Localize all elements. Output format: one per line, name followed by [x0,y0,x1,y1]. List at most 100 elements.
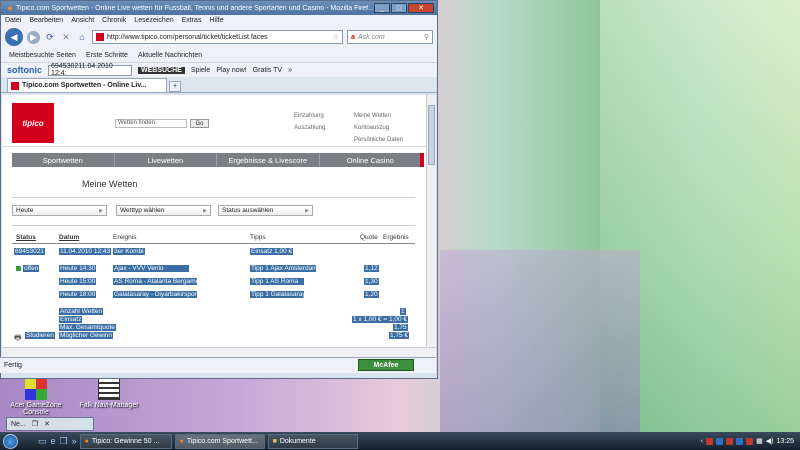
tray-app-icon[interactable] [716,437,724,445]
summary-value: 1 x 1,00 € = 1,00 € [352,316,409,323]
ticket-id[interactable]: 69453021 [14,248,45,255]
search-icon[interactable]: ⚲ [424,33,429,41]
link-kontoauszug[interactable]: Kontoauszug [354,125,389,131]
spiele-button[interactable]: Spiele [191,67,210,74]
forward-button[interactable]: ▶ [27,30,40,44]
gratis-tv-button[interactable]: Gratis TV [253,67,282,74]
studieren-link[interactable]: Studieren [25,332,55,339]
tab-bar: Tipico.com Sportwetten - Online Liv... + [1,77,437,93]
folder-icon: ■ [272,437,277,445]
menu-ansicht[interactable]: Ansicht [71,17,94,24]
copy-icon[interactable]: ❐ [32,420,38,428]
ie-icon[interactable]: e [51,436,56,447]
bet-search-input[interactable]: Wetten finden [115,119,187,128]
page-title: Meine Wetten [82,179,138,189]
site-favicon [96,33,104,41]
nav-sportwetten[interactable]: Sportwetten [12,153,115,167]
summary-label: Einsatz [59,316,83,323]
menu-bar: Datei Bearbeiten Ansicht Chronik Lesezei… [1,15,437,26]
mini-window[interactable]: Ne... ❐ ✕ [6,417,94,431]
taskbar-item-tipico-sportwetten[interactable]: ● Tipico.com Sportwett... [174,433,265,449]
nav-ergebnisse[interactable]: Ergebnisse & Livescore [217,153,320,167]
softonic-search-field[interactable]: 694530211.04.2010 12:4: [48,63,132,77]
windows-orb-icon [2,433,18,449]
maximize-button[interactable]: □ [391,3,407,13]
search-input[interactable]: a Ask.com ⚲ [347,30,433,44]
network-icon[interactable]: ▦ [756,437,763,445]
link-persoenliche-daten[interactable]: Persönliche Daten [354,137,403,143]
site-header: tipico Wetten finden Go Einzahlung Ausza… [2,95,426,147]
search-placeholder: Ask.com [357,33,385,41]
websuche-button[interactable]: WEBSUCHE [138,66,185,74]
show-desktop-icon[interactable]: ▭ [38,436,47,447]
print-icon[interactable]: 🖶 [14,332,22,346]
scroll-thumb[interactable] [428,105,435,165]
bookmark-meistbesuchte[interactable]: Meistbesuchte Seiten [9,52,76,59]
divider [12,225,415,226]
clock[interactable]: 13:25 [776,438,794,445]
taskbar-item-tipico-gewinne[interactable]: ● Tipico: Gewinne 50 ... [79,433,172,449]
close-icon[interactable]: ✕ [44,420,50,428]
tray-app-icon[interactable] [746,437,754,445]
title-bar[interactable]: ● Tipico.com Sportwetten - Online Live w… [1,1,437,15]
vertical-scrollbar[interactable] [426,95,436,347]
tab-tipico[interactable]: Tipico.com Sportwetten - Online Liv... [7,78,167,92]
start-button[interactable] [0,432,20,450]
filter-status-select[interactable]: Status auswählen ▶ [218,205,313,216]
back-button[interactable]: ◀ [5,28,23,46]
link-einzahlung[interactable]: Einzahlung [294,113,324,119]
col-quote: Quote [360,234,378,241]
play-now-button[interactable]: Play now! [216,67,246,74]
menu-hilfe[interactable]: Hilfe [209,17,223,24]
mcafee-badge[interactable]: McAfee [358,359,414,371]
star-icon[interactable]: ☆ [333,33,339,41]
minimize-button[interactable]: _ [374,3,390,13]
filter-date-select[interactable]: Heute ▶ [12,205,107,216]
bookmark-nachrichten[interactable]: Aktuelle Nachrichten [138,52,202,59]
taskbar-item-dokumente[interactable]: ■ Dokumente [267,433,358,449]
col-datum[interactable]: Datum [59,234,79,241]
gamezone-icon [25,378,47,400]
divider [12,197,415,198]
menu-lesezeichen[interactable]: Lesezeichen [134,17,173,24]
mini-window-label: Ne... [11,420,26,428]
nav-casino[interactable]: Online Casino [320,153,422,167]
tray-app-icon[interactable] [726,437,734,445]
tray-app-icon[interactable] [736,437,744,445]
stop-icon[interactable]: ✕ [60,31,72,43]
menu-datei[interactable]: Datei [5,17,21,24]
chevron-left-icon[interactable]: ‹ [701,438,703,445]
col-status[interactable]: Status [16,234,36,241]
go-button[interactable]: Go [190,119,209,128]
row-event: Ajax - VVV Venlo [113,265,189,272]
menu-extras[interactable]: Extras [182,17,202,24]
nav-livewetten[interactable]: Livewetten [115,153,217,167]
desktop-icon-falk-navi[interactable]: Falk Navi-Manager [78,378,140,409]
status-open-icon [16,266,21,271]
filter-bettype-select[interactable]: Wetttyp wählen ▶ [116,205,211,216]
new-tab-button[interactable]: + [169,81,181,92]
horizontal-scrollbar[interactable] [2,347,436,357]
tray-app-icon[interactable] [706,437,714,445]
status-text: Fertig [4,362,22,369]
softonic-logo[interactable]: softonic [7,65,42,75]
tipico-logo[interactable]: tipico [12,103,54,143]
chevron-right-icon[interactable]: » [288,67,292,74]
menu-chronik[interactable]: Chronik [102,17,126,24]
bookmark-erste-schritte[interactable]: Erste Schritte [86,52,128,59]
status-badge: offen [23,265,40,272]
url-bar[interactable]: http://www.tipico.com/personal/ticket/ti… [92,30,343,44]
home-icon[interactable]: ⌂ [76,31,88,43]
firefox-icon: ● [7,3,13,13]
desktop-icon-acer-gamezone[interactable]: Acer GameZone Console [8,378,64,416]
link-auszahlung[interactable]: Auszahlung [294,125,325,131]
reload-icon[interactable]: ⟳ [44,31,56,43]
col-ergebnis: Ergebnis [383,234,409,241]
close-button[interactable]: ✕ [408,3,434,13]
link-meine-wetten[interactable]: Meine Wetten [354,113,391,119]
switch-windows-icon[interactable]: ❐ [60,436,68,447]
summary-label: Möglicher Gewinn [59,332,114,339]
menu-bearbeiten[interactable]: Bearbeiten [29,17,63,24]
volume-icon[interactable]: ◀) [766,437,774,445]
chevron-right-icon[interactable]: » [72,436,77,447]
